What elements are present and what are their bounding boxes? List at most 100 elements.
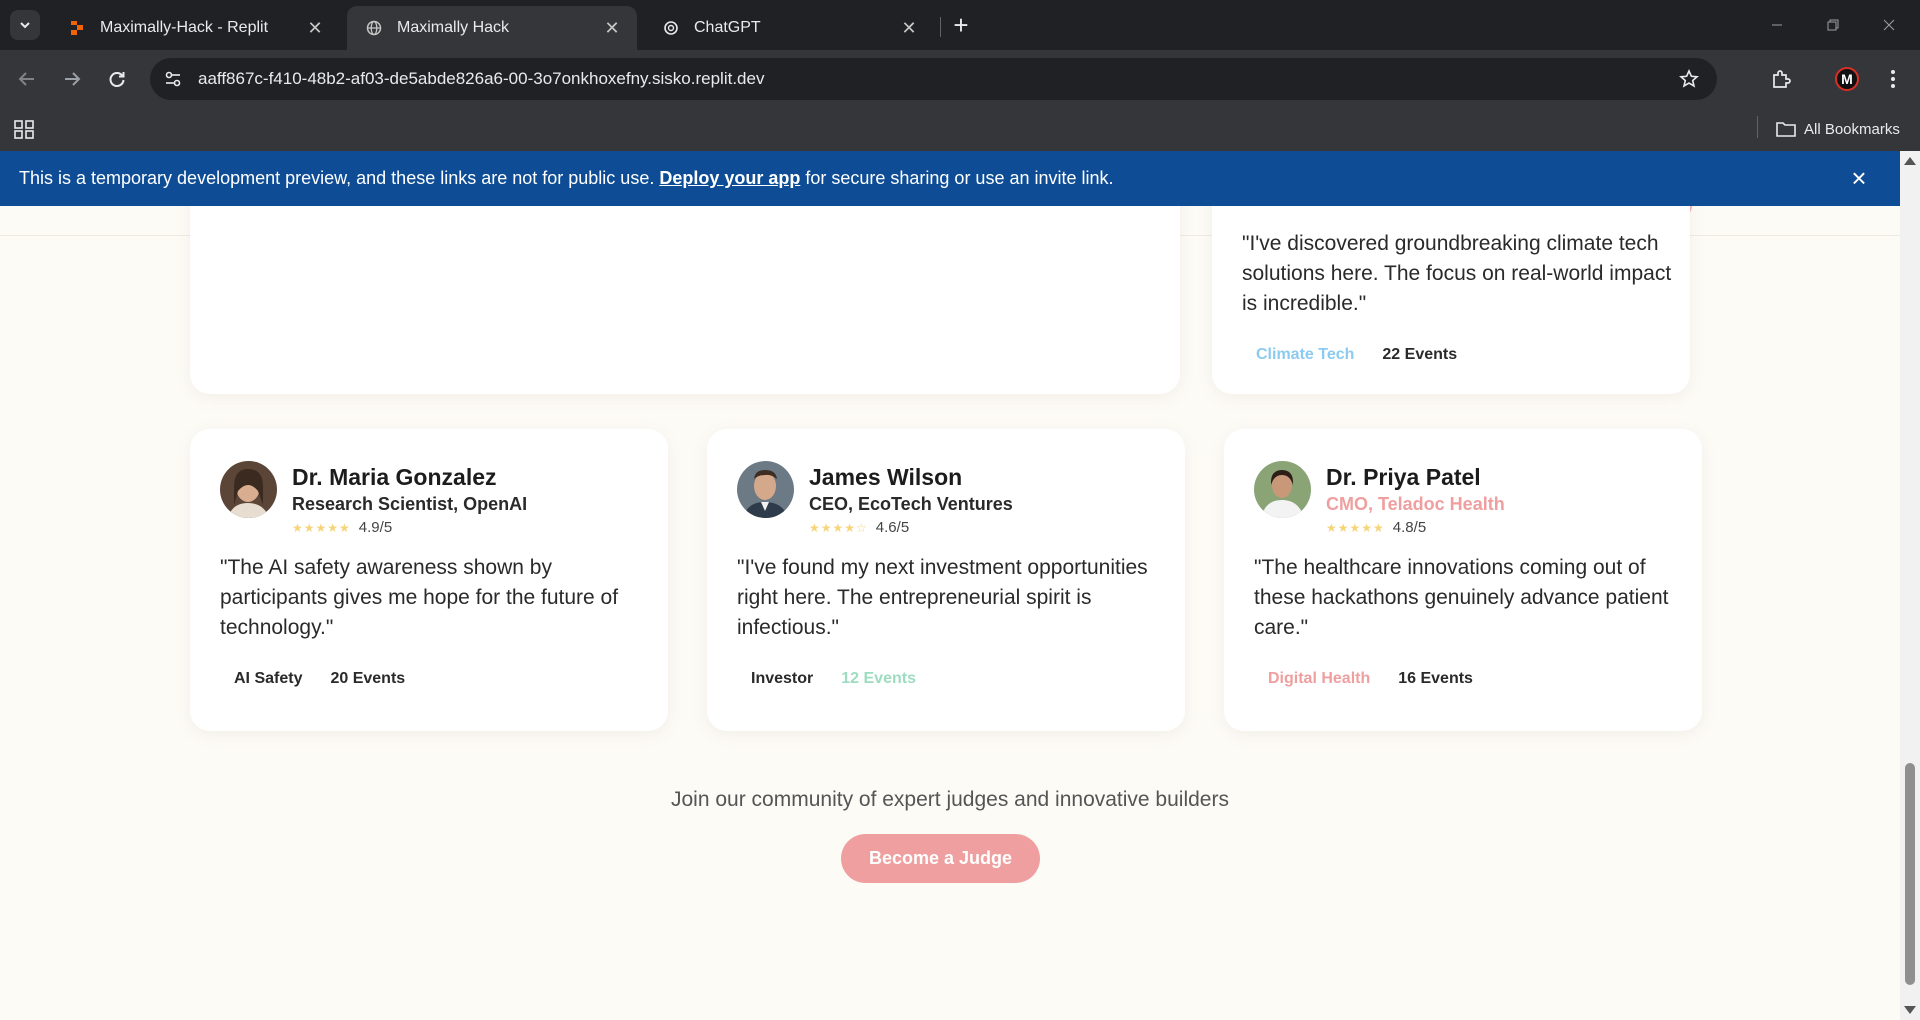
- judge-info: Dr. Priya Patel CMO, Teladoc Health ★★★★…: [1326, 463, 1505, 536]
- chevron-down-icon: [20, 22, 30, 29]
- judge-card: James Wilson CEO, EcoTech Ventures ★★★★☆…: [707, 429, 1185, 731]
- rating-value: 4.8/5: [1392, 519, 1427, 536]
- tab-title: Maximally-Hack - Replit: [100, 19, 269, 36]
- events-count: 16 Events: [1398, 670, 1473, 687]
- url-text[interactable]: aaff867c-f410-48b2-af03-de5abde826a6-00-…: [198, 69, 1669, 89]
- arrow-right-icon: [65, 72, 81, 86]
- events-count: 22 Events: [1382, 346, 1458, 363]
- browser-toolbar: aaff867c-f410-48b2-af03-de5abde826a6-00-…: [0, 50, 1920, 108]
- new-tab-button[interactable]: +: [946, 10, 976, 40]
- star-rating-icon: ★★★★☆: [809, 520, 868, 535]
- apps-grid-icon[interactable]: [12, 117, 36, 141]
- replit-icon: [68, 19, 86, 37]
- tab-separator: [940, 17, 941, 37]
- judge-quote: "I've found my next investment opportuni…: [737, 556, 1148, 639]
- star-rating-icon: ★★★★★: [292, 520, 351, 535]
- avatar: [737, 461, 794, 518]
- globe-icon: [365, 19, 383, 37]
- all-bookmarks-label: All Bookmarks: [1804, 120, 1900, 138]
- extensions-button[interactable]: [1764, 62, 1798, 96]
- become-judge-button[interactable]: Become a Judge: [841, 834, 1040, 883]
- menu-button[interactable]: [1876, 62, 1910, 96]
- expertise-tag: AI Safety: [234, 670, 303, 687]
- dev-preview-banner: This is a temporary development preview,…: [0, 151, 1900, 206]
- avatar: M: [1835, 67, 1859, 91]
- judge-rating: ★★★★☆ 4.6/5: [809, 519, 1013, 536]
- reload-button[interactable]: [100, 62, 134, 96]
- back-button[interactable]: [10, 62, 44, 96]
- judge-quote: "I've discovered groundbreaking climate …: [1242, 232, 1672, 315]
- banner-text-suffix: for secure sharing or use an invite link…: [805, 168, 1114, 188]
- close-icon: [1883, 19, 1895, 31]
- judge-header: Dr. Priya Patel CMO, Teladoc Health ★★★★…: [1254, 461, 1505, 536]
- judge-rating: ★★★★★ 4.9/5: [292, 519, 527, 536]
- close-tab-icon[interactable]: ✕: [304, 17, 326, 39]
- banner-text-prefix: This is a temporary development preview,…: [19, 168, 655, 188]
- expertise-tag: Digital Health: [1268, 670, 1371, 687]
- judge-header: Dr. Maria Gonzalez Research Scientist, O…: [220, 461, 527, 536]
- judge-rating: ★★★★★ 4.8/5: [1326, 519, 1505, 536]
- restore-icon: [1827, 19, 1839, 31]
- page-viewport: This is a temporary development preview,…: [0, 151, 1900, 1020]
- kebab-menu-icon: [1891, 70, 1895, 88]
- scrollbar-thumb[interactable]: [1905, 763, 1915, 985]
- expertise-tag: Climate Tech: [1256, 346, 1355, 363]
- avatar: [220, 461, 277, 518]
- rating-value: 4.9/5: [358, 519, 393, 536]
- tab-search-button[interactable]: [10, 10, 40, 40]
- judge-info: James Wilson CEO, EcoTech Ventures ★★★★☆…: [809, 463, 1013, 536]
- minimize-button[interactable]: [1754, 0, 1800, 50]
- address-bar[interactable]: aaff867c-f410-48b2-af03-de5abde826a6-00-…: [150, 58, 1717, 100]
- judge-role: CMO, Teladoc Health: [1326, 494, 1505, 514]
- scroll-up-arrow-icon[interactable]: [1904, 157, 1916, 165]
- rating-value: 4.6/5: [875, 519, 910, 536]
- judge-tags: Investor 12 Events: [737, 670, 930, 688]
- scroll-down-arrow-icon[interactable]: [1904, 1006, 1916, 1014]
- avatar: [1254, 461, 1311, 518]
- tab-strip: Maximally-Hack - Replit ✕ Maximally Hack…: [0, 0, 1920, 50]
- judge-tags: Digital Health 16 Events: [1254, 670, 1487, 688]
- tab-maximally-hack[interactable]: Maximally Hack ✕: [347, 6, 637, 50]
- forward-button[interactable]: [55, 62, 89, 96]
- judge-tags: AI Safety 20 Events: [220, 670, 419, 688]
- judge-quote: "The healthcare innovations coming out o…: [1254, 556, 1669, 639]
- judge-card: Dr. Maria Gonzalez Research Scientist, O…: [190, 429, 668, 731]
- minimize-icon: [1772, 24, 1782, 26]
- profile-button[interactable]: M: [1830, 62, 1864, 96]
- close-banner-icon[interactable]: ×: [1846, 163, 1872, 193]
- puzzle-icon: [1773, 70, 1791, 88]
- judge-name: Dr. Priya Patel: [1326, 464, 1481, 490]
- chatgpt-icon: [662, 19, 680, 37]
- star-rating-icon: ★★★★★: [1326, 520, 1385, 535]
- deploy-app-link[interactable]: Deploy your app: [659, 168, 800, 189]
- judge-role: Research Scientist, OpenAI: [292, 494, 528, 514]
- page-scrollbar[interactable]: [1900, 151, 1920, 1020]
- close-tab-icon[interactable]: ✕: [601, 17, 623, 39]
- events-count: 20 Events: [330, 670, 406, 687]
- expertise-tag: Investor: [751, 670, 814, 687]
- judge-name: Dr. Maria Gonzalez: [292, 464, 497, 490]
- judge-role: CEO, EcoTech Ventures: [809, 494, 1013, 514]
- judge-tags: Climate Tech 22 Events: [1242, 346, 1471, 364]
- all-bookmarks-button[interactable]: All Bookmarks: [1776, 114, 1900, 144]
- judge-info: Dr. Maria Gonzalez Research Scientist, O…: [292, 463, 527, 536]
- cta-text: Join our community of expert judges and …: [671, 788, 1229, 811]
- close-tab-icon[interactable]: ✕: [898, 17, 920, 39]
- bookmark-star-icon[interactable]: [1669, 69, 1709, 89]
- tab-title: ChatGPT: [694, 19, 761, 36]
- judge-name: James Wilson: [809, 464, 963, 490]
- judge-header: James Wilson CEO, EcoTech Ventures ★★★★☆…: [737, 461, 1013, 536]
- close-window-button[interactable]: [1866, 0, 1912, 50]
- bookmarks-bar: All Bookmarks: [0, 108, 1920, 151]
- judge-quote: "The AI safety awareness shown by partic…: [220, 556, 619, 639]
- arrow-left-icon: [18, 72, 34, 86]
- tab-title: Maximally Hack: [397, 19, 510, 36]
- tab-chatgpt[interactable]: ChatGPT ✕: [644, 6, 934, 50]
- folder-icon: [1776, 122, 1796, 137]
- bookmarks-separator: [1757, 116, 1758, 138]
- tab-replit[interactable]: Maximally-Hack - Replit ✕: [50, 6, 340, 50]
- restore-button[interactable]: [1810, 0, 1856, 50]
- site-info-icon[interactable]: [152, 58, 194, 100]
- events-count: 12 Events: [841, 670, 916, 687]
- reload-icon: [109, 72, 125, 87]
